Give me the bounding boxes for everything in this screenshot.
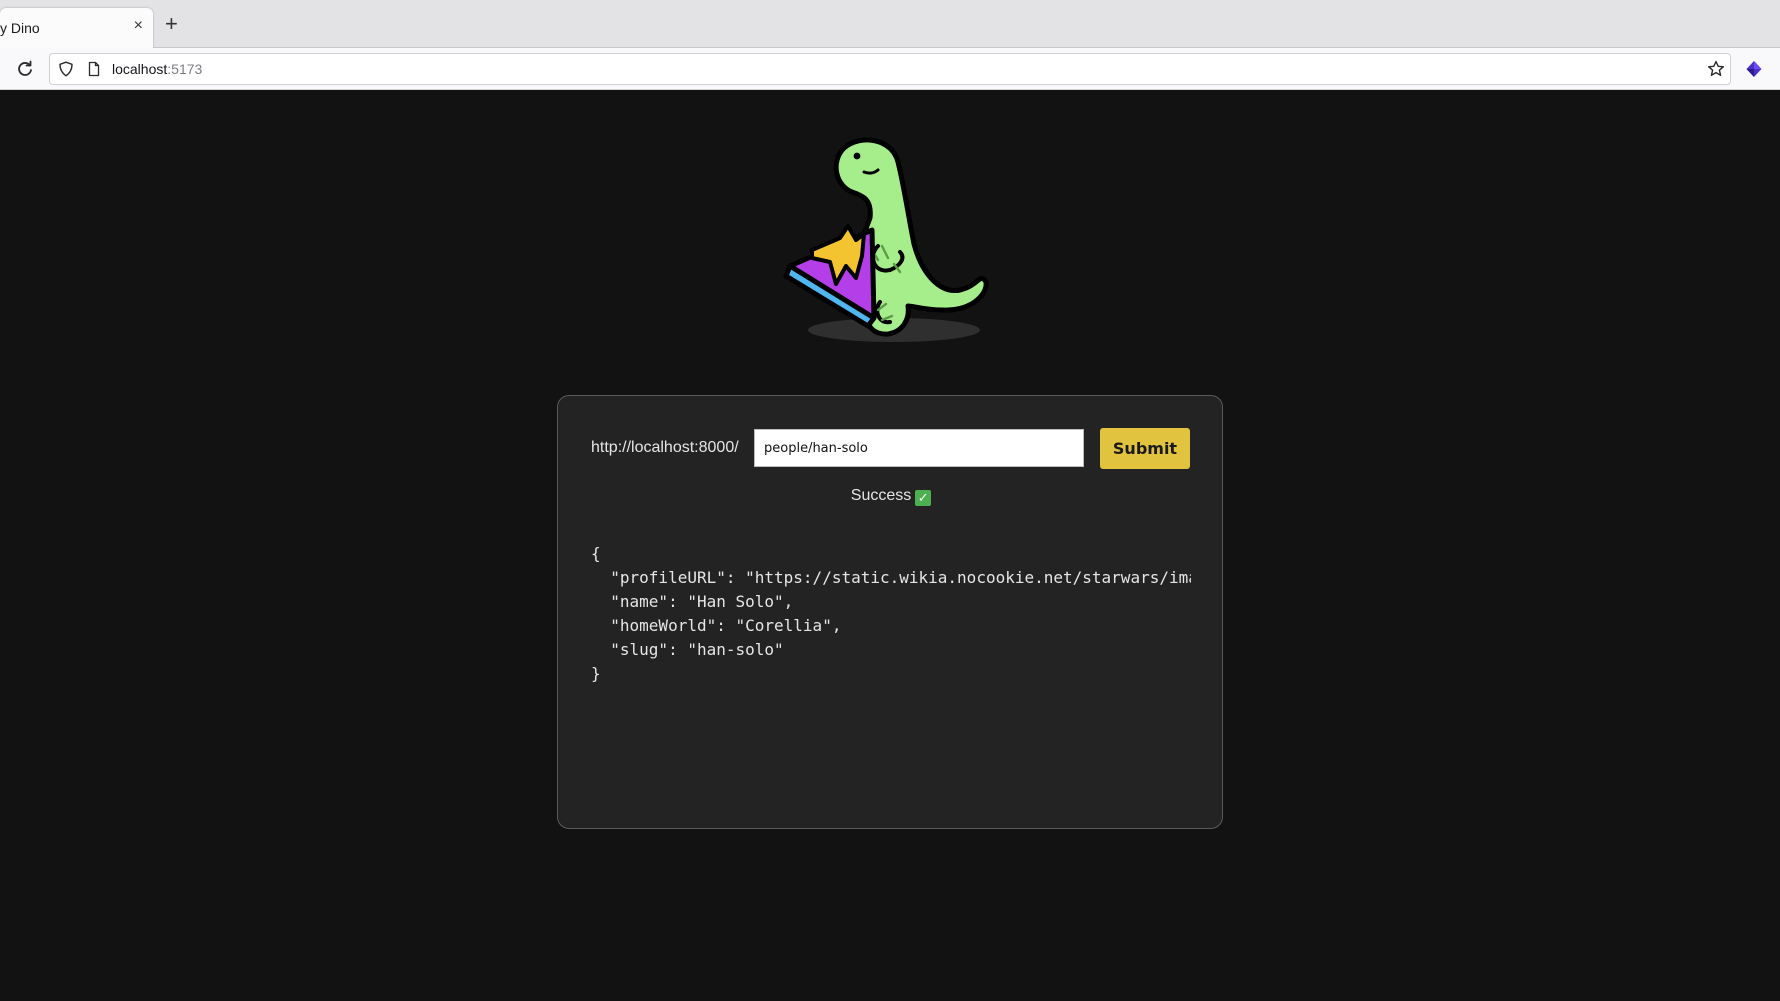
dino-logo-icon [783, 137, 989, 342]
json-line: "homeWorld": "Corellia", [591, 616, 842, 635]
browser-tab-strip: y Dino × + [0, 0, 1780, 48]
tracking-protection-shield-icon[interactable] [58, 61, 74, 77]
browser-tab[interactable]: y Dino × [0, 8, 153, 48]
json-line: "name": "Han Solo", [591, 592, 794, 611]
url-host: localhost [112, 61, 168, 77]
new-tab-button[interactable]: + [165, 13, 178, 35]
status-text: Success [850, 487, 912, 504]
close-tab-icon[interactable]: × [134, 17, 143, 35]
submit-button[interactable]: Submit [1100, 428, 1190, 469]
json-response: { "profileURL": "https://static.wikia.no… [591, 542, 1191, 682]
url-text[interactable]: localhost:5173 [112, 61, 202, 77]
extension-icon[interactable] [1744, 59, 1764, 79]
page-content: http://localhost:8000/ Submit Success✓ {… [0, 91, 1780, 1001]
bookmark-star-icon[interactable] [1706, 59, 1726, 79]
url-port: :5173 [167, 61, 203, 77]
request-card: http://localhost:8000/ Submit Success✓ {… [557, 395, 1223, 829]
check-mark-icon: ✓ [915, 490, 932, 506]
tab-title: y Dino [0, 20, 40, 36]
json-line: "profileURL": "https://static.wikia.noco… [610, 568, 1191, 587]
json-line: { [591, 544, 601, 563]
base-url-label: http://localhost:8000/ [591, 439, 739, 456]
status-message: Success ✓ [558, 487, 1224, 506]
browser-nav-bar: localhost:5173 [0, 48, 1780, 90]
address-bar[interactable]: localhost:5173 [49, 53, 1731, 85]
path-input[interactable] [754, 429, 1084, 467]
reload-icon[interactable] [15, 59, 35, 79]
page-info-icon[interactable] [86, 61, 102, 77]
json-line: } [591, 664, 601, 682]
json-line: "slug": "han-solo" [591, 640, 784, 659]
